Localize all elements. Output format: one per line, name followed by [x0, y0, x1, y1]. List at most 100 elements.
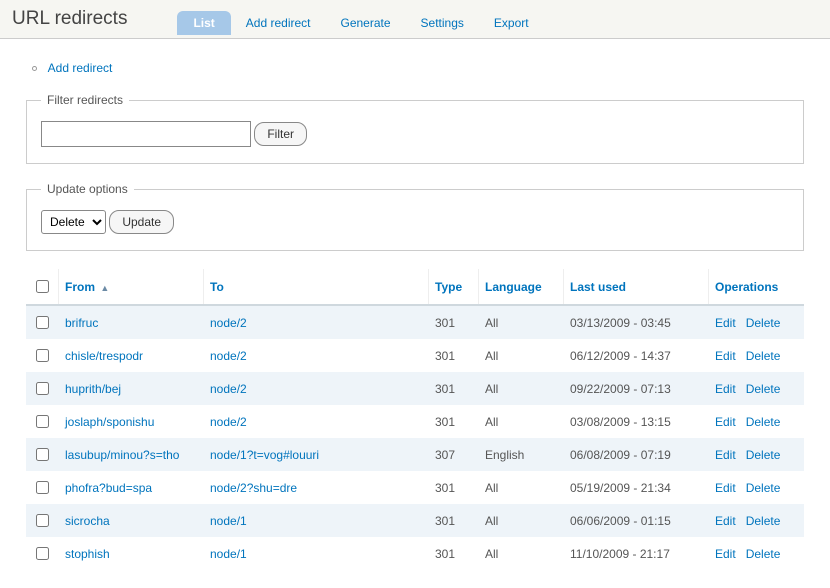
delete-link[interactable]: Delete	[746, 448, 781, 462]
cell-last-used: 09/22/2009 - 07:13	[564, 372, 709, 405]
delete-link[interactable]: Delete	[746, 415, 781, 429]
from-link[interactable]: stophish	[65, 547, 110, 561]
cell-last-used: 06/12/2009 - 14:37	[564, 339, 709, 372]
tab-generate[interactable]: Generate	[326, 11, 406, 35]
cell-type: 301	[429, 537, 479, 570]
table-row: lasubup/minou?s=tho node/1?t=vog#louuri 30…	[26, 438, 804, 471]
edit-link[interactable]: Edit	[715, 415, 736, 429]
cell-to: node/2?shu=dre	[204, 471, 429, 504]
to-link[interactable]: node/2?shu=dre	[210, 481, 297, 495]
delete-link[interactable]: Delete	[746, 514, 781, 528]
column-from-label: From	[65, 280, 95, 294]
to-link[interactable]: node/1	[210, 547, 247, 561]
from-link[interactable]: huprith/bej	[65, 382, 121, 396]
cell-operations: Edit Delete	[709, 504, 804, 537]
cell-last-used: 06/06/2009 - 01:15	[564, 504, 709, 537]
row-checkbox[interactable]	[36, 349, 49, 362]
edit-link[interactable]: Edit	[715, 382, 736, 396]
delete-link[interactable]: Delete	[746, 349, 781, 363]
cell-to: node/2	[204, 305, 429, 339]
tab-list[interactable]: List	[177, 11, 230, 35]
row-checkbox-cell	[26, 504, 59, 537]
column-language[interactable]: Language	[479, 269, 564, 305]
add-redirect-link[interactable]: Add redirect	[48, 61, 113, 75]
to-link[interactable]: node/1?t=vog#louuri	[210, 448, 319, 462]
update-legend: Update options	[41, 182, 134, 196]
edit-link[interactable]: Edit	[715, 547, 736, 561]
row-checkbox-cell	[26, 372, 59, 405]
action-links: Add redirect	[26, 61, 804, 75]
cell-from: brifruc	[59, 305, 204, 339]
cell-language: All	[479, 405, 564, 438]
cell-operations: Edit Delete	[709, 537, 804, 570]
edit-link[interactable]: Edit	[715, 448, 736, 462]
tab-export[interactable]: Export	[479, 11, 544, 35]
from-link[interactable]: chisle/trespodr	[65, 349, 143, 363]
primary-tabs: ListAdd redirectGenerateSettingsExport	[177, 11, 543, 35]
row-checkbox-cell	[26, 405, 59, 438]
to-link[interactable]: node/1	[210, 514, 247, 528]
from-link[interactable]: phofra?bud=spa	[65, 481, 152, 495]
cell-language: All	[479, 471, 564, 504]
row-checkbox[interactable]	[36, 316, 49, 329]
select-all-checkbox[interactable]	[36, 280, 49, 293]
cell-to: node/2	[204, 339, 429, 372]
update-button[interactable]: Update	[109, 210, 174, 234]
from-link[interactable]: joslaph/sponishu	[65, 415, 154, 429]
row-checkbox-cell	[26, 305, 59, 339]
cell-language: All	[479, 504, 564, 537]
to-link[interactable]: node/2	[210, 382, 247, 396]
cell-from: joslaph/sponishu	[59, 405, 204, 438]
row-checkbox[interactable]	[36, 415, 49, 428]
cell-to: node/2	[204, 372, 429, 405]
column-operations: Operations	[709, 269, 804, 305]
to-link[interactable]: node/2	[210, 349, 247, 363]
delete-link[interactable]: Delete	[746, 316, 781, 330]
update-action-select[interactable]: Delete	[41, 210, 106, 234]
column-from[interactable]: From ▲	[59, 269, 204, 305]
cell-from: stophish	[59, 537, 204, 570]
cell-from: lasubup/minou?s=tho	[59, 438, 204, 471]
row-checkbox[interactable]	[36, 448, 49, 461]
row-checkbox-cell	[26, 471, 59, 504]
edit-link[interactable]: Edit	[715, 514, 736, 528]
filter-button[interactable]: Filter	[254, 122, 307, 146]
table-row: chisle/trespodr node/2 301All06/12/2009 - …	[26, 339, 804, 372]
column-type[interactable]: Type	[429, 269, 479, 305]
table-row: huprith/bejnode/2301All09/22/2009 - 07:1…	[26, 372, 804, 405]
cell-type: 301	[429, 471, 479, 504]
cell-type: 301	[429, 339, 479, 372]
edit-link[interactable]: Edit	[715, 316, 736, 330]
delete-link[interactable]: Delete	[746, 382, 781, 396]
cell-from: sicrocha	[59, 504, 204, 537]
filter-input[interactable]	[41, 121, 251, 147]
from-link[interactable]: brifruc	[65, 316, 98, 330]
from-link[interactable]: sicrocha	[65, 514, 110, 528]
to-link[interactable]: node/2	[210, 415, 247, 429]
cell-language: All	[479, 339, 564, 372]
row-checkbox[interactable]	[36, 514, 49, 527]
select-all-header	[26, 269, 59, 305]
column-last-used[interactable]: Last used	[564, 269, 709, 305]
cell-last-used: 05/19/2009 - 21:34	[564, 471, 709, 504]
cell-operations: Edit Delete	[709, 339, 804, 372]
row-checkbox[interactable]	[36, 547, 49, 560]
cell-type: 307	[429, 438, 479, 471]
tab-settings[interactable]: Settings	[406, 11, 479, 35]
table-row: brifrucnode/2301All03/13/2009 - 03:45Edi…	[26, 305, 804, 339]
from-link[interactable]: lasubup/minou?s=tho	[65, 448, 179, 462]
edit-link[interactable]: Edit	[715, 481, 736, 495]
cell-last-used: 03/08/2009 - 13:15	[564, 405, 709, 438]
table-row: sicrochanode/1301All06/06/2009 - 01:15Ed…	[26, 504, 804, 537]
row-checkbox[interactable]	[36, 382, 49, 395]
edit-link[interactable]: Edit	[715, 349, 736, 363]
delete-link[interactable]: Delete	[746, 481, 781, 495]
delete-link[interactable]: Delete	[746, 547, 781, 561]
cell-last-used: 06/08/2009 - 07:19	[564, 438, 709, 471]
to-link[interactable]: node/2	[210, 316, 247, 330]
tab-add-redirect[interactable]: Add redirect	[231, 11, 326, 35]
column-to[interactable]: To	[204, 269, 429, 305]
cell-operations: Edit Delete	[709, 471, 804, 504]
cell-operations: Edit Delete	[709, 372, 804, 405]
row-checkbox[interactable]	[36, 481, 49, 494]
